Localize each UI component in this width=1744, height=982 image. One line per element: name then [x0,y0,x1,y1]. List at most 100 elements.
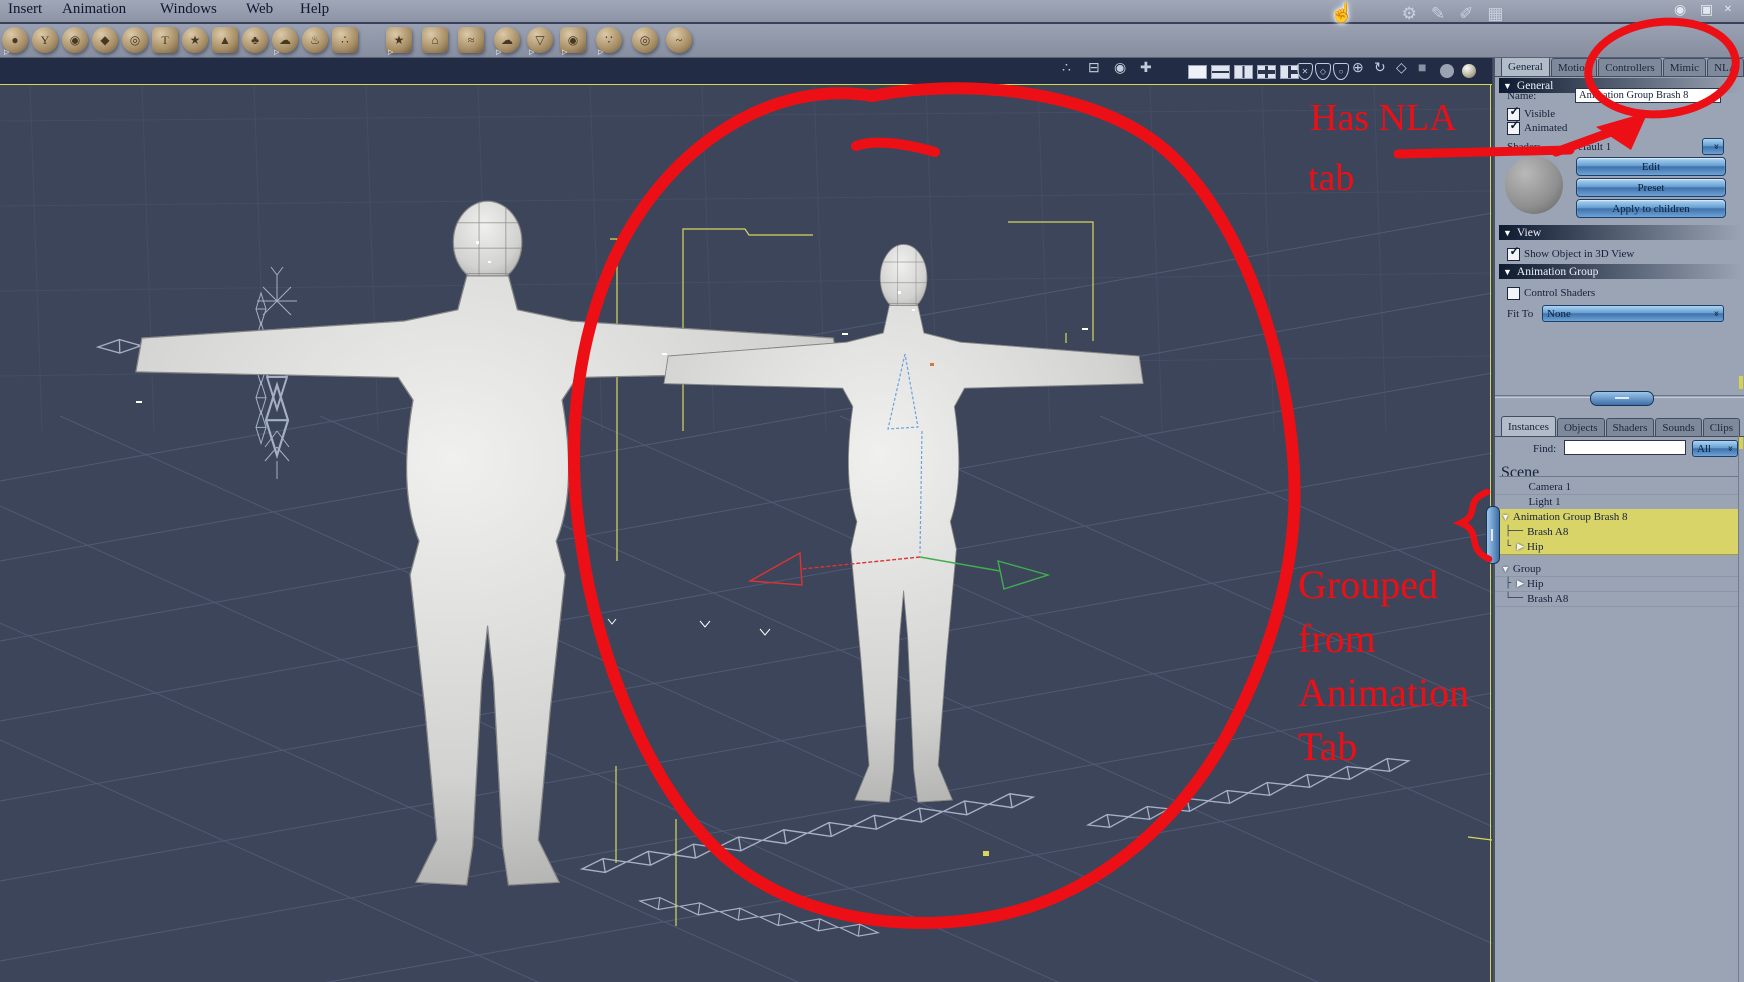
rock-tool-icon[interactable]: ∴ [332,27,358,53]
flat-sphere-icon[interactable] [1440,64,1454,78]
expander-open-icon[interactable]: ▼ [1501,512,1510,522]
gizmo-icon[interactable]: ✚ [1140,62,1152,76]
group-icon[interactable]: ∴ [1062,62,1071,76]
text-tool-icon[interactable]: T [152,27,178,53]
menu-windows[interactable]: Windows [160,1,217,18]
tree-row-hip[interactable]: └ ▶ Hip [1495,539,1738,555]
view-section-header[interactable]: ▼ View [1499,225,1742,240]
vertex-object-tool-icon[interactable]: Y [32,27,58,53]
hand-assemble-room-icon[interactable]: ☝ [1330,4,1354,23]
tab-nla[interactable]: NLA [1707,58,1744,76]
control-shaders-checkbox[interactable] [1507,287,1520,300]
tree-label: Brash A8 [1527,525,1569,538]
pen-model-room-icon[interactable]: ✎ [1431,5,1445,22]
eye-icon[interactable]: ◉ [1674,4,1686,18]
restore-icon[interactable]: ▣ [1700,4,1713,18]
solid-cube-icon[interactable]: ■ [1418,62,1426,76]
sphere-tool-icon[interactable]: ● ▷ [2,27,28,56]
menu-animation[interactable]: Animation [62,1,126,18]
bones-tool-icon[interactable]: ◆ [92,27,118,53]
show-object-checkbox[interactable] [1507,248,1520,261]
camera-tool-icon[interactable]: ◉ ▷ [560,27,586,56]
tree-row-animation-group[interactable]: ▼ Animation Group Brash 8 [1495,509,1738,525]
display-shaded-icon[interactable]: ○ [1333,63,1349,80]
fountain-tool-icon[interactable]: ★ ▷ [386,27,412,56]
tab-controllers[interactable]: Controllers [1598,58,1662,76]
tab-clips[interactable]: Clips [1702,418,1741,436]
tree-row-brash-a8[interactable]: ├── Brash A8 [1495,524,1738,540]
terrain-tool-icon[interactable]: ▲ [212,27,238,53]
wireframe-cube-icon[interactable]: ◇ [1396,62,1407,76]
particle-emitter-tool-icon[interactable]: ∵ ▷ [596,27,622,56]
apply-to-children-button[interactable]: Apply to children [1576,199,1726,218]
ocean-tool-icon[interactable]: ≈ [458,27,484,53]
tree-label: Camera 1 [1528,480,1571,493]
menu-web[interactable]: Web [246,1,273,18]
bone-tool-icon[interactable]: ~ [666,27,692,53]
hierarchy-icon[interactable]: ⊟ [1088,62,1100,76]
spot-light-tool-icon[interactable]: ▽ ▷ [527,27,553,56]
cloud-tool-icon[interactable]: ☁ ▷ [272,27,298,56]
tree-row-camera[interactable]: Camera 1 [1495,479,1738,495]
menu-help[interactable]: Help [300,1,329,18]
torus-tool-icon[interactable]: ◎ [122,27,148,53]
3d-viewport[interactable] [0,84,1492,982]
display-box-icon[interactable]: ✕ [1297,63,1313,80]
chevron-down-icon: » [1710,310,1722,317]
layout-2-pane-icon[interactable] [1211,65,1230,79]
tab-shaders[interactable]: Shaders [1605,418,1655,436]
layout-4-pane-icon[interactable] [1257,65,1276,79]
insert-toolbar: ● ▷ Y ◉ ◆ ◎ T ★ ▲ ♣ ☁ ▷ ♨ ∴ ★ ▷ ⌂ ≈ ☁ ▷ ▽ ▷ ◉… [0,24,1744,58]
visible-label: Visible [1524,108,1556,120]
expander-open-icon[interactable]: ▼ [1501,564,1510,574]
find-input[interactable] [1564,440,1686,455]
tree-label: Brash A8 [1527,592,1569,605]
layout-single-icon[interactable] [1188,65,1207,79]
camera-view-icon[interactable]: ◉ [1114,62,1126,76]
shader-preview-sphere[interactable] [1505,156,1563,214]
tab-objects[interactable]: Objects [1556,418,1605,436]
expander-closed-icon[interactable]: ▶ [1517,578,1524,589]
tree-row-light[interactable]: Light 1 [1495,494,1738,510]
fit-to-dropdown[interactable]: None » [1542,305,1724,322]
tab-motion[interactable]: Motion [1550,58,1598,76]
close-icon[interactable]: × [1724,3,1732,17]
tab-mimic[interactable]: Mimic [1662,58,1707,76]
edit-button[interactable]: Edit [1576,157,1726,176]
volumetric-cloud-tool-icon[interactable]: ☁ ▷ [494,27,520,56]
tree-row-group[interactable]: ▼ Group [1495,561,1738,577]
preset-button[interactable]: Preset [1576,178,1726,197]
film-render-room-icon[interactable]: ▦ [1487,5,1503,22]
tree-tool-icon[interactable]: ♣ [242,27,268,53]
menu-insert[interactable]: Insert [8,1,42,18]
fit-to-label: Fit To [1507,308,1534,320]
animated-checkbox[interactable] [1507,122,1520,135]
geodesic-tool-icon[interactable]: ◉ [62,27,88,53]
tree-row-hip-2[interactable]: ├ ▶ Hip [1495,576,1738,592]
textured-sphere-icon[interactable] [1462,64,1476,78]
tab-general[interactable]: General [1501,56,1550,76]
room-switcher: ☝ ⚙ ✎ ✐ ▦ [1330,0,1503,26]
expander-closed-icon[interactable]: ▶ [1517,541,1524,552]
particles-tool-icon[interactable]: ★ [182,27,208,53]
wrench-model-room-icon[interactable]: ⚙ [1402,5,1417,22]
display-wire-icon[interactable]: ◇ [1315,63,1331,80]
filter-dropdown[interactable]: All » [1692,440,1738,457]
fire-tool-icon[interactable]: ♨ [302,27,328,53]
scrollbar-track[interactable] [1738,436,1739,982]
tab-sounds[interactable]: Sounds [1655,418,1702,436]
vertical-splitter-handle[interactable] [1486,506,1500,564]
send-to-origin-icon[interactable]: ⊕ [1352,62,1364,76]
brush-texture-room-icon[interactable]: ✐ [1459,5,1473,22]
shader-dropdown-button[interactable]: » [1702,138,1724,155]
target-helper-tool-icon[interactable]: ◎ [632,27,658,53]
tree-row-brash-a8-2[interactable]: └── Brash A8 [1495,591,1738,607]
layout-3-pane-icon[interactable] [1234,65,1253,79]
rotate-view-icon[interactable]: ↻ [1374,62,1386,76]
panel-splitter-handle[interactable] [1590,391,1654,406]
house-tool-icon[interactable]: ⌂ [422,27,448,53]
name-input[interactable] [1575,88,1721,103]
collapse-triangle-icon: ▼ [1503,80,1512,91]
tab-instances[interactable]: Instances [1501,416,1556,436]
animation-group-section-header[interactable]: ▼ Animation Group [1499,264,1742,279]
